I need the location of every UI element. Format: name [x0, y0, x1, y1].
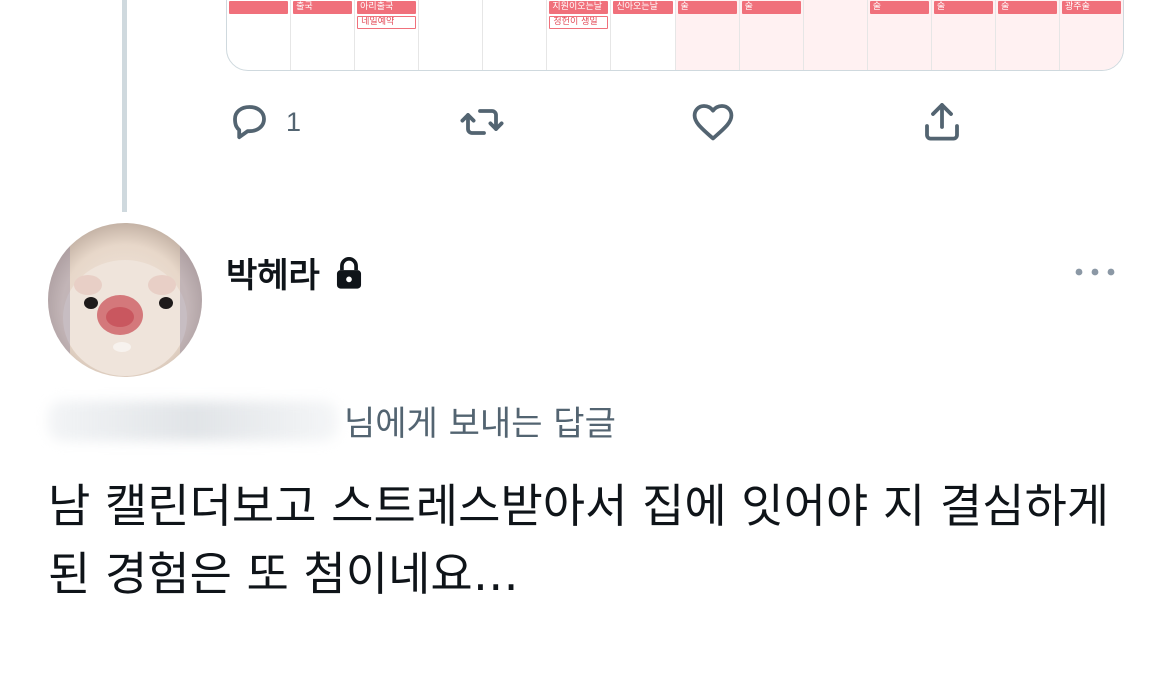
calendar-event-tag: 네일예약 [357, 16, 417, 29]
calendar-day-cell [803, 0, 868, 70]
calendar-event-tag: 술 [933, 1, 993, 14]
calendar-day-cell: 광주술 [1060, 0, 1123, 70]
replying-to-line: 님에게 보내는 답글 [48, 396, 616, 445]
calendar-day-cell [419, 0, 484, 70]
tweet-text: 남 캘린더보고 스트레스받아서 집에 잇어야 지 결심하게 된 경험은 또 첨이… [48, 479, 1110, 601]
calendar-day-cell: 술 [995, 0, 1061, 70]
replying-to-label: 님에게 보내는 답글 [344, 404, 616, 444]
heart-icon [692, 104, 734, 141]
share-icon [925, 103, 959, 141]
reply-count: 1 [286, 106, 302, 137]
reply-icon [233, 105, 266, 140]
calendar-day-cell: 술 [675, 0, 740, 70]
author-row: 박헤라 [226, 248, 364, 297]
calendar-event-tag: 술 [997, 1, 1058, 14]
retweet-button[interactable] [458, 96, 506, 148]
calendar-day-cell: 술 [739, 0, 804, 70]
calendar-event-tag: 청헌이 생일 [549, 16, 609, 29]
calendar-event-tag: 술 [741, 1, 801, 14]
calendar-event-tag: 술 [869, 1, 929, 14]
calendar-day-cell: 신아오는날 [611, 0, 676, 70]
calendar-day-cell: 술 [931, 0, 996, 70]
more-icon[interactable] [1072, 262, 1118, 282]
author-name[interactable]: 박헤라 [226, 248, 320, 297]
calendar-event-tag: 지원이오는날 [549, 1, 609, 14]
calendar-image-preview[interactable]: 출국 아리출국 네일예약 지원이오는날 청헌이 생일 신아오는날 술 술 술 술 술 광주술 [226, 0, 1124, 71]
hamster-avatar-image [48, 223, 202, 377]
calendar-day-cell: 지원이오는날청헌이 생일 [547, 0, 612, 70]
retweet-icon [460, 109, 504, 135]
calendar-day-cell [483, 0, 548, 70]
calendar-event-tag: 아리출국 [357, 1, 417, 14]
share-button[interactable] [918, 96, 966, 148]
tweet-action-bar: 1 [0, 96, 1170, 148]
calendar-day-cell: 술 [867, 0, 932, 70]
blurred-handle[interactable] [48, 400, 338, 441]
calendar-day-cell [227, 0, 292, 70]
calendar-event-tag: 출국 [293, 1, 353, 14]
avatar[interactable] [48, 223, 202, 377]
calendar-event-tag: 신아오는날 [613, 1, 673, 14]
calendar-day-cell: 출국 [291, 0, 356, 70]
calendar-event-tag: 술 [677, 1, 737, 14]
calendar-day-cell: 아리출국네일예약 [355, 0, 420, 70]
calendar-event-tag [229, 1, 289, 14]
reply-button[interactable]: 1 [226, 96, 301, 148]
lock-icon [336, 256, 361, 289]
like-button[interactable] [689, 96, 737, 148]
calendar-event-tag: 광주술 [1062, 1, 1122, 14]
